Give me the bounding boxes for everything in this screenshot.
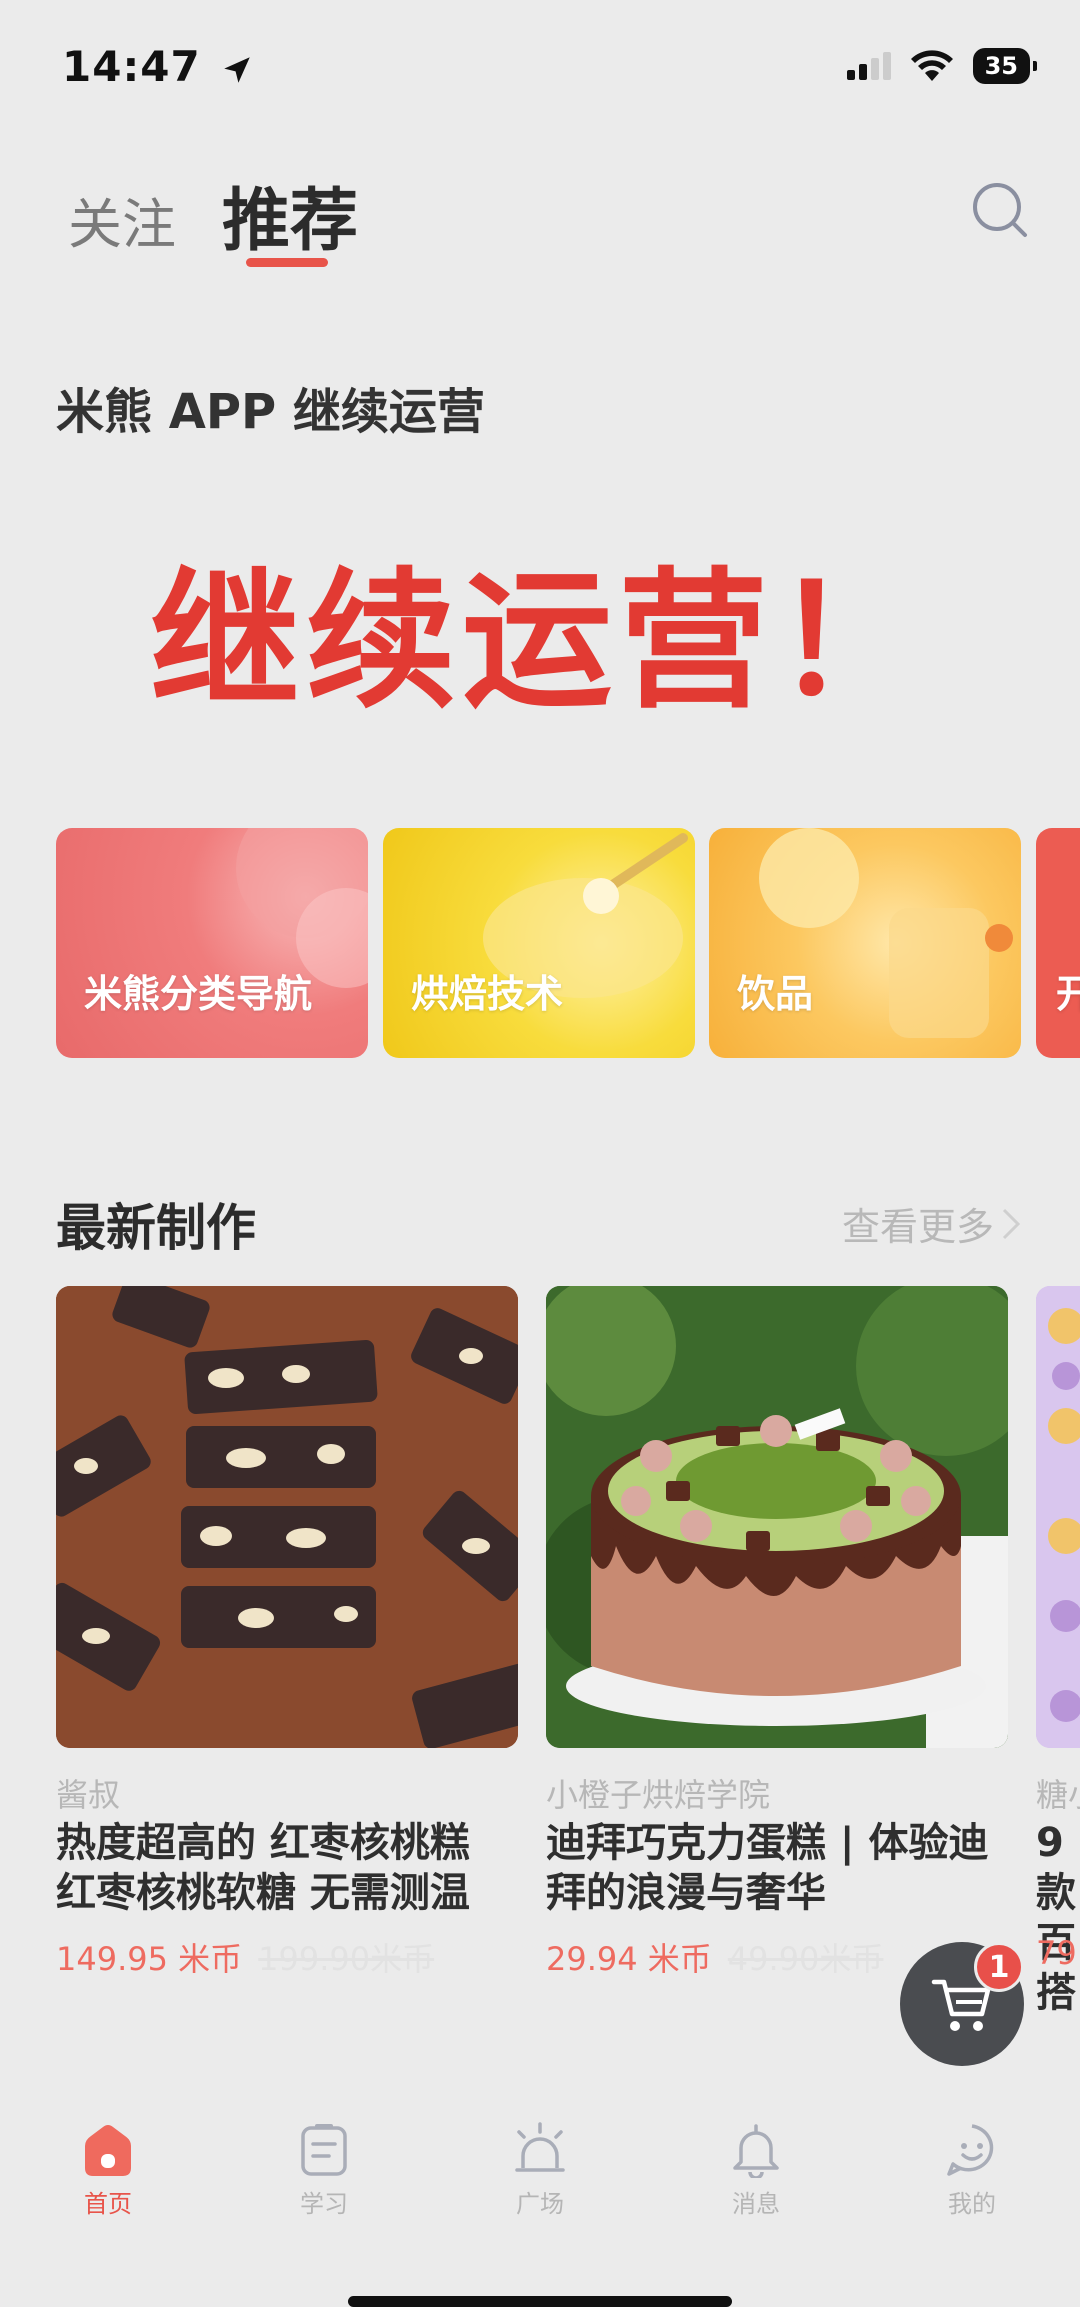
drink-decoration-image [759, 828, 1013, 1038]
bell-icon [733, 2124, 779, 2178]
nav-label: 学习 [300, 2190, 348, 2218]
product-price-group: 29.94 米币 49.90米币 [546, 1934, 883, 1980]
product-price: 79. [1036, 1934, 1080, 1972]
category-label: 米熊分类导航 [84, 972, 313, 1016]
nav-label: 广场 [516, 2190, 564, 2218]
cupcake-decoration-image [483, 833, 688, 998]
product-title[interactable]: 9款百搭 [1036, 1818, 1080, 2018]
nav-label: 我的 [948, 2190, 996, 2218]
location-arrow-icon [224, 56, 251, 83]
nav-label: 消息 [732, 2190, 780, 2218]
nav-item-study[interactable]: 学习 [216, 2100, 432, 2240]
category-card-drinks[interactable]: 饮品 [709, 828, 1021, 1058]
cart-badge: 1 [974, 1942, 1024, 1992]
nav-item-messages[interactable]: 消息 [648, 2100, 864, 2240]
signal-icon [846, 52, 891, 80]
announcement-title: 米熊 APP 继续运营 [56, 384, 485, 440]
product-price: 149.95 米币 [56, 1940, 243, 1978]
tab-active-indicator [246, 258, 328, 267]
see-more-label: 查看更多 [841, 1205, 994, 1249]
search-button[interactable] [970, 180, 1030, 240]
tab-recommend[interactable]: 推荐 [222, 165, 358, 264]
category-label: 饮品 [737, 972, 814, 1016]
nav-item-me[interactable]: 我的 [864, 2100, 1080, 2240]
smiley-icon [947, 2124, 994, 2176]
product-title[interactable]: 热度超高的 红枣核桃糕 红枣核桃软糖 无需测温 [56, 1818, 518, 1918]
nav-label: 首页 [84, 2190, 132, 2218]
nav-item-square[interactable]: 广场 [432, 2100, 648, 2240]
battery-indicator: 35 [972, 48, 1038, 84]
category-label: 开 [1056, 972, 1080, 1016]
tab-follow[interactable]: 关注 [68, 180, 176, 259]
status-bar-indicators: 35 [845, 48, 1038, 84]
home-indicator[interactable] [348, 2296, 732, 2307]
see-more-link[interactable]: 查看更多 [842, 1196, 1022, 1251]
category-card-partial[interactable]: 开 [1036, 828, 1080, 1058]
time-text: 14:47 [62, 42, 201, 91]
product-image-dubai-cake[interactable] [546, 1286, 1008, 1748]
product-price-group: 149.95 米币 199.90米币 [56, 1934, 434, 1980]
category-label: 烘焙技术 [411, 972, 564, 1016]
nav-item-home[interactable]: 首页 [0, 2100, 216, 2240]
flower-decoration-image [236, 828, 368, 988]
category-card-navigation[interactable]: 米熊分类导航 [56, 828, 368, 1058]
date-walnut-bars-image [56, 1286, 518, 1748]
status-bar-time: 14:47 [62, 42, 254, 91]
home-icon [85, 2125, 131, 2176]
category-card-baking[interactable]: 烘焙技术 [383, 828, 695, 1058]
product-author: 小橙子烘焙学院 [546, 1776, 771, 1814]
pastry-assortment-image [1036, 1286, 1080, 1748]
bottom-navigation: 首页 学习 广场 消息 我的 [0, 2100, 1080, 2240]
product-price-group: 79. [1036, 1934, 1080, 1972]
dubai-chocolate-cake-image [546, 1286, 1008, 1748]
product-author: 酱叔 [56, 1776, 121, 1814]
chevron-right-icon [1002, 1208, 1021, 1239]
section-title-newest: 最新制作 [56, 1199, 256, 1257]
alarm-light-icon [515, 2122, 565, 2172]
search-icon [973, 183, 1027, 237]
wifi-icon [910, 50, 953, 81]
product-original-price: 199.90米币 [258, 1940, 435, 1978]
product-price: 29.94 米币 [546, 1940, 712, 1978]
product-author: 糖小 [1036, 1776, 1080, 1814]
product-image-partial[interactable] [1036, 1286, 1080, 1748]
product-original-price: 49.90米币 [727, 1940, 884, 1978]
product-title[interactable]: 迪拜巧克力蛋糕 | 体验迪拜的浪漫与奢华 [546, 1818, 1008, 1918]
clipboard-icon [301, 2124, 347, 2176]
product-image-date-walnut[interactable] [56, 1286, 518, 1748]
announcement-banner[interactable]: 继续运营！ [0, 520, 1080, 737]
